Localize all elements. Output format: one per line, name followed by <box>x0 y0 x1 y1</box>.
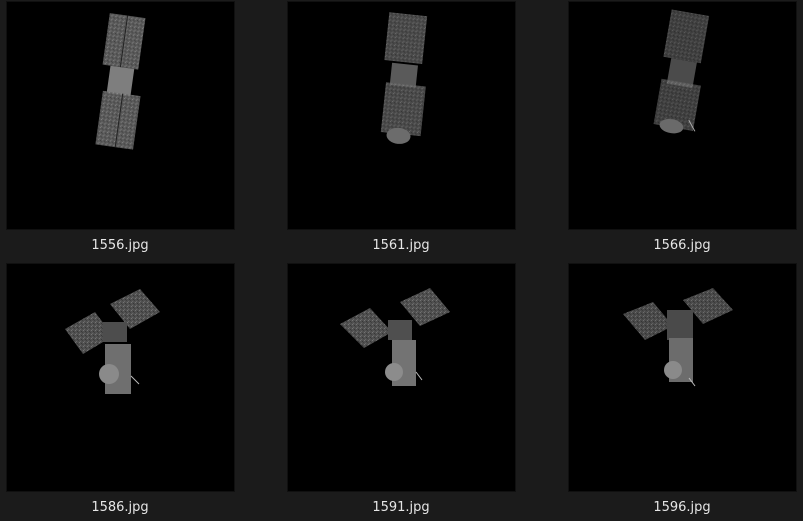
satellite-image <box>623 288 733 387</box>
file-name-label: 1556.jpg <box>91 238 149 253</box>
file-name-label: 1566.jpg <box>653 238 711 253</box>
file-tile[interactable]: 1586.jpg <box>0 264 240 521</box>
image-thumbnail[interactable] <box>288 2 515 229</box>
file-name-label: 1591.jpg <box>372 500 430 515</box>
file-tile[interactable]: 1591.jpg <box>281 264 521 521</box>
satellite-image <box>65 289 160 394</box>
file-tile[interactable]: 1566.jpg <box>562 2 802 260</box>
file-name-label: 1561.jpg <box>372 238 430 253</box>
image-thumbnail[interactable] <box>7 264 234 491</box>
file-tile[interactable]: 1556.jpg <box>0 2 240 260</box>
file-name-label: 1586.jpg <box>91 500 149 515</box>
thumbnail-grid: 1556.jpg 1561.jpg 1566.jpg 1586.jpg 1591… <box>0 0 803 521</box>
image-thumbnail[interactable] <box>569 264 796 491</box>
satellite-image <box>95 13 146 150</box>
image-thumbnail[interactable] <box>569 2 796 229</box>
satellite-image <box>340 288 450 386</box>
image-thumbnail[interactable] <box>7 2 234 229</box>
file-name-label: 1596.jpg <box>653 500 711 515</box>
file-tile[interactable]: 1561.jpg <box>281 2 521 260</box>
file-tile[interactable]: 1596.jpg <box>562 264 802 521</box>
image-thumbnail[interactable] <box>288 264 515 491</box>
satellite-image <box>653 9 710 134</box>
satellite-image <box>380 12 428 144</box>
